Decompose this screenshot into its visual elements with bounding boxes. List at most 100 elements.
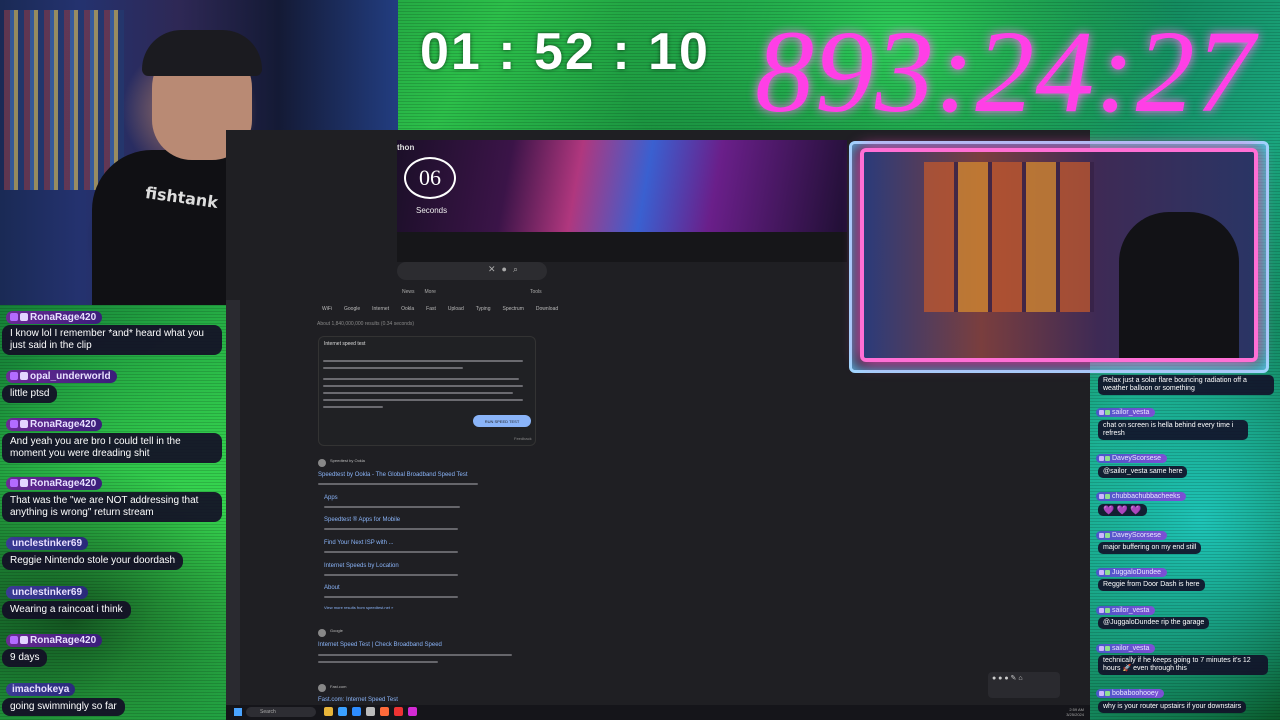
- badge-icon: [1099, 494, 1104, 499]
- chat-overlay-left: RonaRage420 I know lol I remember *and* …: [0, 307, 226, 720]
- tools-button[interactable]: Tools: [530, 289, 542, 295]
- edge-icon[interactable]: [338, 707, 347, 716]
- chat-username: opal_underworld: [6, 370, 117, 383]
- chip-fast[interactable]: Fast: [426, 306, 436, 312]
- chip-internet[interactable]: Internet: [372, 306, 389, 312]
- elapsed-timer: 01 : 52 : 10: [420, 23, 710, 81]
- chip-spectrum[interactable]: Spectrum: [502, 306, 523, 312]
- tab-news[interactable]: News: [402, 289, 415, 295]
- countdown-label: Seconds: [416, 206, 448, 215]
- sublink-about[interactable]: About: [324, 585, 340, 591]
- chat-username: RonaRage420: [6, 311, 103, 324]
- more-results-link[interactable]: View more results from speedtest.net »: [324, 605, 393, 610]
- speed-test-card: [318, 336, 536, 446]
- subscriber-badge-icon: [10, 479, 18, 487]
- search-icons[interactable]: ✕●⌕: [488, 264, 524, 275]
- app-icon[interactable]: [408, 707, 417, 716]
- badge-icon: [1099, 533, 1104, 538]
- countdown-circle: 06: [404, 157, 456, 199]
- chat-username: chubbachubbacheeks: [1096, 492, 1187, 501]
- result-desc: [324, 528, 458, 530]
- folder-icon[interactable]: [324, 707, 333, 716]
- chat-username: DaveyScorsese: [1096, 531, 1168, 540]
- badge-icon: [1105, 691, 1110, 696]
- app-icon[interactable]: [380, 707, 389, 716]
- chip-ookla[interactable]: Ookla: [401, 306, 414, 312]
- banner-footer: [397, 232, 847, 262]
- sublink-apps[interactable]: Apps: [324, 495, 338, 501]
- record-shelf: [4, 10, 124, 190]
- badge-icon: [1099, 410, 1104, 415]
- verified-badge-icon: [20, 636, 28, 644]
- run-speed-test-button[interactable]: RUN SPEED TEST: [473, 415, 531, 427]
- chat-username: unclestinker69: [6, 537, 89, 550]
- chip-wifi[interactable]: WiFi: [322, 306, 332, 312]
- badge-icon: [1105, 608, 1110, 613]
- result-link-google[interactable]: Internet Speed Test | Check Broadband Sp…: [318, 642, 442, 648]
- chat-message: Reggie Nintendo stole your doordash: [2, 552, 184, 570]
- tab-more[interactable]: More: [425, 289, 436, 295]
- chrome-icon[interactable]: [394, 707, 403, 716]
- chip-typing[interactable]: Typing: [476, 306, 491, 312]
- mic-icon[interactable]: ●: [502, 264, 513, 274]
- chat-message: why is your router upstairs if your down…: [1098, 701, 1247, 713]
- chat-message: I know lol I remember *and* heard what y…: [2, 325, 222, 355]
- chat-message: @sailor_vesta same here: [1098, 466, 1188, 478]
- guest-person: [1119, 212, 1239, 358]
- taskbar-clock[interactable]: 2:59 AM 3/25/2024: [1066, 707, 1084, 717]
- store-icon[interactable]: [352, 707, 361, 716]
- chip-upload[interactable]: Upload: [448, 306, 464, 312]
- taskbar-search[interactable]: Search: [246, 707, 316, 717]
- result-desc: [318, 661, 438, 663]
- badge-icon: [1099, 691, 1104, 696]
- result-desc: [324, 506, 460, 508]
- chip-download[interactable]: Download: [536, 306, 558, 312]
- fast-favicon: [318, 684, 326, 692]
- badge-icon: [1099, 456, 1104, 461]
- result-desc: [318, 654, 512, 656]
- chat-message: Reggie from Door Dash is here: [1098, 579, 1205, 591]
- badge-icon: [1099, 608, 1104, 613]
- chat-username: bobaboohooey: [1096, 689, 1165, 698]
- chat-message: little ptsd: [2, 385, 58, 403]
- countdown-banner: [397, 140, 847, 232]
- result-link-fast[interactable]: Fast.com: Internet Speed Test: [318, 697, 398, 703]
- feedback-link[interactable]: Feedback: [514, 436, 532, 441]
- sublink-mobile-apps[interactable]: Speedtest ® Apps for Mobile: [324, 517, 400, 523]
- search-icon[interactable]: ⌕: [513, 264, 524, 274]
- chat-username: RonaRage420: [6, 634, 103, 647]
- settings-icon[interactable]: [366, 707, 375, 716]
- chat-username: unclestinker69: [6, 586, 89, 599]
- chat-username: DaveyScorsese: [1096, 454, 1168, 463]
- search-input[interactable]: [397, 262, 547, 280]
- chat-message: going swimmingly so far: [2, 698, 125, 716]
- chat-username: sailor_vesta: [1096, 606, 1156, 615]
- google-favicon: [318, 629, 326, 637]
- verified-badge-icon: [20, 372, 28, 380]
- chat-username: RonaRage420: [6, 477, 103, 490]
- result-desc: [318, 483, 478, 485]
- sublink-speeds-location[interactable]: Internet Speeds by Location: [324, 563, 399, 569]
- chat-message: major buffering on my end still: [1098, 542, 1202, 554]
- chip-google[interactable]: Google: [344, 306, 360, 312]
- result-site: Google: [330, 628, 343, 633]
- result-link-ookla[interactable]: Speedtest by Ookla - The Global Broadban…: [318, 472, 468, 478]
- card-text-line: [323, 378, 519, 380]
- taskbar-apps: [324, 707, 417, 716]
- clock-date: 3/25/2024: [1066, 712, 1084, 717]
- chat-username: imachokeya: [6, 683, 76, 696]
- windows-start-icon[interactable]: [234, 708, 242, 716]
- result-count: About 1,840,000,000 results (0.34 second…: [317, 321, 415, 327]
- total-timer: 893:24:27: [755, 6, 1256, 137]
- result-site: Speedtest by Ookla: [330, 458, 365, 463]
- screen-share-toolbar[interactable]: ● ● ● ✎ ⌂: [988, 672, 1060, 698]
- chat-message: 💜 💜 💜: [1098, 504, 1147, 516]
- clear-icon[interactable]: ✕: [488, 264, 502, 274]
- sublink-find-isp[interactable]: Find Your Next ISP with ...: [324, 540, 394, 546]
- browser-side-rail: [226, 300, 240, 705]
- badge-icon: [1105, 456, 1110, 461]
- verified-badge-icon: [20, 313, 28, 321]
- badge-icon: [1099, 570, 1104, 575]
- badge-icon: [1105, 410, 1110, 415]
- search-chip-row: WiFi Google Internet Ookla Fast Upload T…: [322, 306, 558, 312]
